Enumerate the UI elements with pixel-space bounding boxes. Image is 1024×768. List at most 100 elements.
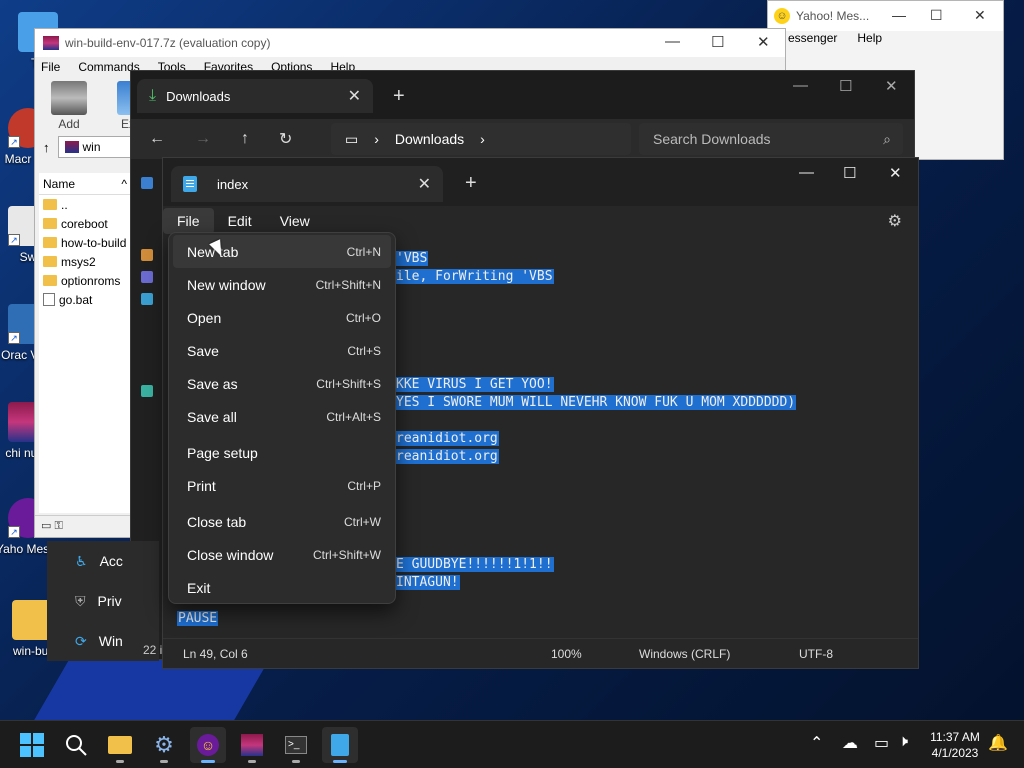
yahoo-smiley-icon: ☺ (774, 8, 790, 24)
menu-item-print[interactable]: Print Ctrl+P (173, 469, 391, 502)
column-name-label: Name (43, 177, 76, 191)
sort-up-icon: ^ (121, 177, 127, 191)
folder-icon (43, 218, 57, 229)
close-icon[interactable]: ✕ (885, 77, 898, 95)
tab-downloads[interactable]: ⤓ Downloads ✕ (137, 79, 373, 113)
menu-item-page-setup[interactable]: Page setup (173, 436, 391, 469)
list-item[interactable]: optionroms (39, 271, 131, 290)
maximize-icon[interactable]: ☐ (930, 7, 943, 24)
sidebar-icon[interactable] (141, 249, 153, 261)
line-ending[interactable]: Windows (CRLF) (639, 647, 730, 661)
menu-item-close-window[interactable]: Close window Ctrl+Shift+W (173, 538, 391, 571)
up-arrow-icon[interactable]: ↑ (241, 130, 249, 148)
menu-accessibility[interactable]: ♿ Acc (47, 541, 159, 581)
sidebar-icon[interactable] (141, 271, 153, 283)
start-button[interactable] (14, 727, 50, 763)
column-header-name[interactable]: Name ^ (39, 173, 131, 195)
winrar-title-bar[interactable]: win-build-env-017.7z (evaluation copy) —… (35, 29, 785, 57)
list-item[interactable]: msys2 (39, 252, 131, 271)
sidebar-icon[interactable] (141, 177, 153, 189)
gear-icon[interactable]: ⚙ (888, 211, 902, 231)
list-item[interactable]: coreboot (39, 214, 131, 233)
minimize-icon[interactable]: — (665, 33, 680, 50)
new-tab-icon[interactable]: + (465, 172, 477, 195)
editor-line: INTAGUN! (395, 575, 460, 590)
list-item[interactable]: .. (39, 195, 131, 214)
minimize-icon[interactable]: — (799, 164, 814, 181)
menu-item-shortcut: Ctrl+S (347, 343, 381, 358)
close-icon[interactable]: ✕ (889, 164, 902, 182)
clock[interactable]: 11:37 AM 4/1/2023 (920, 729, 990, 761)
menu-edit[interactable]: Edit (214, 208, 266, 234)
folder-icon (43, 237, 57, 248)
yahoo-title-bar[interactable]: ☺ Yahoo! Mes... — ☐ ✕ (768, 1, 1003, 31)
editor-line: ile, ForWriting 'VBS (395, 269, 554, 284)
folder-icon (43, 199, 57, 210)
menu-item-label: Save all (187, 408, 237, 425)
show-hidden-icons-chevron-up-icon[interactable]: ⌃ (810, 733, 823, 753)
taskbar-settings[interactable]: ⚙ (146, 727, 182, 763)
yahoo-menubar: essenger Help (768, 31, 1003, 47)
maximize-icon[interactable]: ☐ (843, 164, 856, 182)
menu-item-label: Close window (187, 546, 274, 563)
file-menu-dropdown: New tab Ctrl+N New window Ctrl+Shift+N Ope… (168, 232, 396, 604)
menu-item-new-tab[interactable]: New tab Ctrl+N (173, 235, 391, 268)
volume-muted-icon[interactable]: 🕨 (898, 733, 908, 751)
maximize-icon[interactable]: ☐ (839, 77, 852, 95)
list-item[interactable]: how-to-build (39, 233, 131, 252)
zoom-level[interactable]: 100% (551, 647, 582, 661)
back-arrow-icon[interactable]: ← (149, 130, 165, 148)
minimize-icon[interactable]: — (892, 7, 906, 23)
address-bar[interactable]: ▭ › Downloads › (331, 123, 631, 155)
menu-item-new-window[interactable]: New window Ctrl+Shift+N (173, 268, 391, 301)
add-archive-icon (51, 81, 87, 115)
forward-arrow-icon[interactable]: → (195, 130, 211, 148)
close-icon[interactable]: ✕ (974, 7, 986, 24)
menu-file[interactable]: File (41, 60, 60, 74)
close-tab-icon[interactable]: ✕ (418, 174, 431, 194)
item-count: 22 i (143, 643, 163, 657)
menu-item-label: New window (187, 276, 266, 293)
close-tab-icon[interactable]: ✕ (348, 86, 361, 106)
up-arrow-icon[interactable]: ↑ (43, 140, 50, 155)
address-text: Downloads (394, 131, 465, 147)
tab-title: Downloads (166, 88, 231, 104)
menu-messenger[interactable]: essenger (788, 31, 837, 47)
taskbar-yahoo-messenger[interactable]: ☺ (190, 727, 226, 763)
taskbar-file-explorer[interactable] (102, 727, 138, 763)
menu-privacy[interactable]: ⛨ Priv (47, 581, 159, 621)
file-name: msys2 (61, 254, 96, 269)
onedrive-cloud-icon[interactable]: ☁ (842, 733, 858, 753)
menu-item-exit[interactable]: Exit (173, 571, 391, 604)
menu-item-save-as[interactable]: Save as Ctrl+Shift+S (173, 367, 391, 400)
menu-item-close-tab[interactable]: Close tab Ctrl+W (173, 505, 391, 538)
menu-view[interactable]: View (266, 208, 324, 234)
menu-item-save-all[interactable]: Save all Ctrl+Alt+S (173, 400, 391, 433)
editor-line: PAUSE (177, 611, 219, 626)
taskbar-terminal[interactable]: >_ (278, 727, 314, 763)
sidebar-icon[interactable] (141, 293, 153, 305)
menu-help[interactable]: Help (857, 31, 882, 47)
file-name: go.bat (59, 292, 93, 307)
taskbar-notepad[interactable] (322, 727, 358, 763)
refresh-icon[interactable]: ↻ (279, 129, 292, 149)
list-item[interactable]: go.bat (39, 290, 131, 309)
network-icon[interactable]: ▭ (874, 733, 889, 753)
minimize-icon[interactable]: — (793, 77, 808, 94)
sidebar-icon[interactable] (141, 385, 153, 397)
tab-index[interactable]: index ✕ (171, 166, 443, 202)
search-input[interactable]: Search Downloads ⌕ (639, 123, 903, 155)
maximize-icon[interactable]: ☐ (711, 33, 724, 51)
explorer-navbar: ← → ↑ ↻ ▭ › Downloads › Search Downloads… (131, 119, 914, 159)
menu-item-open[interactable]: Open Ctrl+O (173, 301, 391, 334)
menu-item-save[interactable]: Save Ctrl+S (173, 334, 391, 367)
encoding[interactable]: UTF-8 (799, 647, 833, 661)
search-button[interactable] (58, 727, 94, 763)
new-tab-icon[interactable]: + (393, 85, 405, 108)
menu-file[interactable]: File (163, 208, 214, 234)
add-button[interactable]: Add (41, 81, 97, 131)
taskbar-winrar[interactable] (234, 727, 270, 763)
notification-bell-icon[interactable]: 🔔 (988, 733, 1008, 753)
close-icon[interactable]: ✕ (757, 33, 770, 51)
editor-line: reanidiot.org (395, 449, 499, 464)
